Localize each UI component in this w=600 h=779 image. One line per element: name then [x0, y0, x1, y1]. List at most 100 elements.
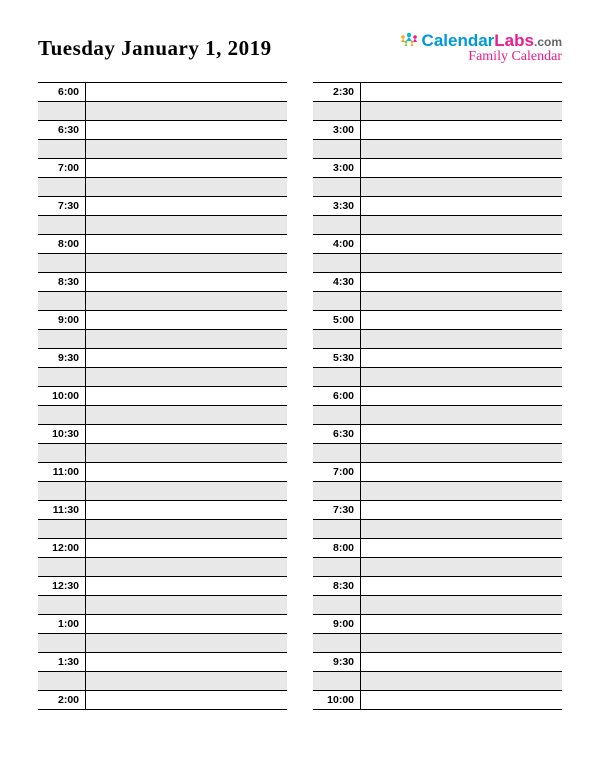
event-cell[interactable] [361, 615, 562, 633]
time-label-empty [313, 634, 361, 652]
event-cell[interactable] [361, 444, 562, 462]
event-cell[interactable] [86, 615, 287, 633]
event-cell[interactable] [361, 368, 562, 386]
event-cell[interactable] [86, 368, 287, 386]
event-cell[interactable] [86, 235, 287, 253]
event-cell[interactable] [361, 558, 562, 576]
event-cell[interactable] [86, 634, 287, 652]
event-cell[interactable] [86, 197, 287, 215]
time-slot-row: 3:00 [313, 159, 562, 178]
event-cell[interactable] [86, 653, 287, 671]
event-cell[interactable] [361, 121, 562, 139]
event-cell[interactable] [86, 577, 287, 595]
event-cell[interactable] [86, 387, 287, 405]
event-cell[interactable] [86, 501, 287, 519]
time-slot: 12:30 [38, 577, 287, 615]
event-cell[interactable] [86, 349, 287, 367]
event-cell[interactable] [361, 83, 562, 101]
time-label-empty [313, 368, 361, 386]
time-slot-row-shaded [313, 216, 562, 235]
event-cell[interactable] [86, 444, 287, 462]
event-cell[interactable] [86, 558, 287, 576]
event-cell[interactable] [361, 596, 562, 614]
time-label-empty [38, 596, 86, 614]
schedule-column-left: 6:006:307:007:308:008:309:009:3010:0010:… [38, 82, 287, 710]
event-cell[interactable] [86, 596, 287, 614]
event-cell[interactable] [86, 406, 287, 424]
event-cell[interactable] [86, 121, 287, 139]
time-label-empty [38, 254, 86, 272]
event-cell[interactable] [361, 634, 562, 652]
event-cell[interactable] [86, 273, 287, 291]
time-slot-row: 10:30 [38, 425, 287, 444]
event-cell[interactable] [86, 330, 287, 348]
time-slot: 8:00 [38, 235, 287, 273]
event-cell[interactable] [86, 482, 287, 500]
event-cell[interactable] [361, 425, 562, 443]
time-slot-row: 10:00 [38, 387, 287, 406]
time-label: 11:30 [38, 501, 86, 519]
time-label: 7:30 [38, 197, 86, 215]
time-slot: 1:00 [38, 615, 287, 653]
time-slot: 3:00 [313, 159, 562, 197]
event-cell[interactable] [361, 539, 562, 557]
time-label: 6:30 [313, 425, 361, 443]
event-cell[interactable] [361, 482, 562, 500]
event-cell[interactable] [361, 292, 562, 310]
event-cell[interactable] [86, 254, 287, 272]
event-cell[interactable] [361, 197, 562, 215]
event-cell[interactable] [361, 216, 562, 234]
event-cell[interactable] [361, 102, 562, 120]
event-cell[interactable] [86, 178, 287, 196]
time-slot-row: 12:30 [38, 577, 287, 596]
event-cell[interactable] [361, 501, 562, 519]
time-slot-row-shaded [38, 140, 287, 159]
event-cell[interactable] [86, 83, 287, 101]
event-cell[interactable] [361, 577, 562, 595]
event-cell[interactable] [86, 672, 287, 690]
event-cell[interactable] [86, 425, 287, 443]
event-cell[interactable] [361, 349, 562, 367]
event-cell[interactable] [86, 216, 287, 234]
time-slot-row-shaded [313, 444, 562, 463]
schedule-columns: 6:006:307:007:308:008:309:009:3010:0010:… [38, 82, 562, 710]
event-cell[interactable] [86, 520, 287, 538]
event-cell[interactable] [361, 235, 562, 253]
time-slot: 8:00 [313, 539, 562, 577]
event-cell[interactable] [361, 406, 562, 424]
event-cell[interactable] [361, 178, 562, 196]
time-label: 4:30 [313, 273, 361, 291]
time-label: 6:30 [38, 121, 86, 139]
event-cell[interactable] [86, 102, 287, 120]
time-slot: 12:00 [38, 539, 287, 577]
event-cell[interactable] [361, 330, 562, 348]
event-cell[interactable] [86, 159, 287, 177]
event-cell[interactable] [361, 520, 562, 538]
event-cell[interactable] [361, 273, 562, 291]
event-cell[interactable] [361, 691, 562, 709]
time-label: 4:00 [313, 235, 361, 253]
event-cell[interactable] [361, 387, 562, 405]
event-cell[interactable] [361, 311, 562, 329]
time-slot-row-shaded [313, 672, 562, 691]
event-cell[interactable] [86, 691, 287, 709]
event-cell[interactable] [86, 539, 287, 557]
time-slot: 7:00 [38, 159, 287, 197]
event-cell[interactable] [361, 672, 562, 690]
event-cell[interactable] [361, 653, 562, 671]
event-cell[interactable] [86, 292, 287, 310]
event-cell[interactable] [86, 463, 287, 481]
schedule-column-right: 2:303:003:003:304:004:305:005:306:006:30… [313, 82, 562, 710]
event-cell[interactable] [361, 254, 562, 272]
time-label: 7:30 [313, 501, 361, 519]
time-label-empty [38, 406, 86, 424]
time-label-empty [313, 444, 361, 462]
event-cell[interactable] [361, 159, 562, 177]
time-slot-row: 7:30 [38, 197, 287, 216]
event-cell[interactable] [86, 311, 287, 329]
time-label: 10:30 [38, 425, 86, 443]
time-label: 6:00 [313, 387, 361, 405]
event-cell[interactable] [86, 140, 287, 158]
event-cell[interactable] [361, 140, 562, 158]
event-cell[interactable] [361, 463, 562, 481]
